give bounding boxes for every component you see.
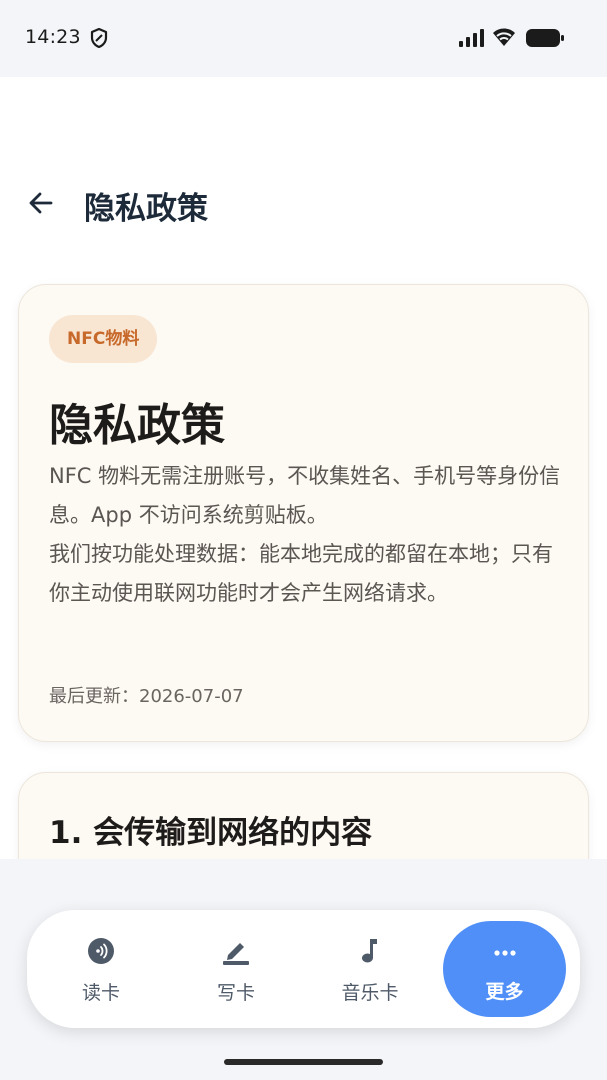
more-dots-icon [493,950,516,956]
nav-label-music: 音乐卡 [341,982,399,1004]
music-note-icon [362,939,377,963]
nav-label-read: 读卡 [81,982,120,1004]
status-time: 14:23 [25,26,81,48]
shield-icon [90,28,108,48]
nav-item-music[interactable]: 音乐卡 [310,910,430,1028]
content-area: 隐私政策 NFC物料 隐私政策 NFC 物料无需注册账号，不收集姓名、手机号等身… [0,77,607,859]
nav-item-more[interactable]: 更多 [443,921,566,1017]
page-title: 隐私政策 [84,191,208,227]
app-bar: 隐私政策 [0,177,607,229]
screen: 14:23 隐私政策 NFC物料 隐私政策 NFC 物料无需注册账号，不收集姓名… [0,0,607,1080]
back-arrow-icon[interactable] [27,189,55,217]
body-paragraph: 我们按功能处理数据：能本地完成的都留在本地；只有你主动使用联网功能时才会产生网络… [49,542,553,605]
home-indicator[interactable] [224,1059,383,1065]
nfc-read-icon [88,938,114,964]
body-paragraph: NFC 物料无需注册账号，不收集姓名、手机号等身份信息。App 不访问系统剪贴板… [49,464,561,527]
card-body: NFC 物料无需注册账号，不收集姓名、手机号等身份信息。App 不访问系统剪贴板… [49,457,564,613]
card-title: 隐私政策 [49,400,225,451]
category-tag: NFC物料 [49,315,158,363]
pencil-icon [223,943,249,965]
battery-icon [526,29,564,47]
nav-item-write[interactable]: 写卡 [176,910,296,1028]
nav-label-write: 写卡 [216,982,255,1004]
intro-card: NFC物料 隐私政策 NFC 物料无需注册账号，不收集姓名、手机号等身份信息。A… [18,284,589,742]
section-card: 1. 会传输到网络的内容 [18,772,589,859]
section-title: 1. 会传输到网络的内容 [49,815,373,851]
signal-icon [459,29,484,47]
status-bar: 14:23 [0,0,607,77]
wifi-icon [493,28,515,46]
nav-item-read[interactable]: 读卡 [41,910,161,1028]
bottom-nav: 读卡 写卡 音乐卡 更多 [27,910,580,1028]
nav-label-more: 更多 [485,981,524,1003]
last-updated: 最后更新：2026-07-07 [49,686,244,707]
